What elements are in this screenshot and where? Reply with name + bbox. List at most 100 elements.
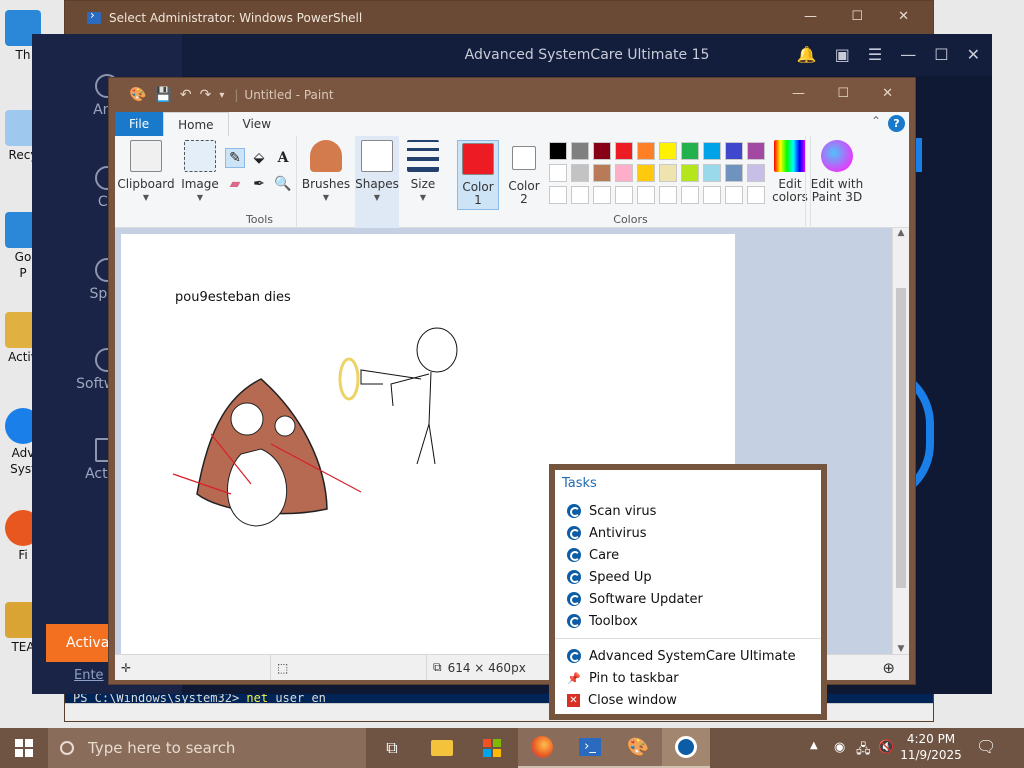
save-icon[interactable]: 💾	[154, 87, 171, 103]
powershell-title: Select Administrator: Windows PowerShell	[109, 11, 363, 25]
palette-swatch[interactable]	[725, 142, 743, 160]
palette-swatch[interactable]	[637, 186, 655, 204]
start-button[interactable]	[0, 728, 48, 768]
palette-swatch[interactable]	[747, 164, 765, 182]
task-scan-virus[interactable]: Scan virus	[555, 500, 821, 522]
task-speed-up[interactable]: Speed Up	[555, 566, 821, 588]
clock[interactable]: 4:20 PM 11/9/2025	[900, 731, 962, 763]
edit-paint3d-button[interactable]: Edit with Paint 3D	[807, 140, 867, 204]
scroll-up-icon[interactable]: ▲	[893, 228, 909, 238]
customize-dropdown-icon[interactable]: ▾	[219, 90, 224, 101]
minimize-icon[interactable]: —	[804, 9, 817, 24]
firefox-button[interactable]	[518, 728, 566, 768]
open-app-item[interactable]: Advanced SystemCare Ultimate	[555, 645, 821, 667]
powershell-button[interactable]: ›_	[566, 728, 614, 768]
network-icon[interactable]: 🖧	[856, 740, 871, 762]
paint-button[interactable]: 🎨	[614, 728, 662, 768]
maximize-icon[interactable]: ☐	[837, 86, 849, 101]
systemcare-tray-icon[interactable]: ◉	[834, 740, 845, 755]
systemcare-icon	[567, 614, 581, 628]
group-size: Size ▼	[401, 136, 445, 228]
powershell-titlebar[interactable]: Select Administrator: Windows PowerShell	[65, 1, 933, 35]
task-software-updater[interactable]: Software Updater	[555, 588, 821, 610]
fill-icon[interactable]: ⬙	[249, 148, 269, 168]
palette-swatch[interactable]	[571, 164, 589, 182]
tab-view[interactable]: View	[229, 112, 285, 136]
palette-swatch[interactable]	[725, 186, 743, 204]
palette-swatch[interactable]	[725, 164, 743, 182]
task-toolbox[interactable]: Toolbox	[555, 610, 821, 632]
notifications-icon[interactable]: 🗨	[976, 737, 996, 756]
eraser-icon[interactable]: ▰	[225, 174, 245, 194]
palette-swatch[interactable]	[593, 164, 611, 182]
clipboard-button[interactable]: Clipboard ▼	[117, 140, 175, 204]
shapes-button[interactable]: Shapes ▼	[355, 140, 399, 204]
close-icon[interactable]: ✕	[967, 45, 980, 64]
maximize-icon[interactable]: ☐	[934, 45, 948, 64]
taskbar-search[interactable]: Type here to search	[48, 728, 366, 768]
palette-swatch[interactable]	[681, 186, 699, 204]
image-button[interactable]: Image ▼	[179, 140, 221, 204]
palette-swatch[interactable]	[549, 164, 567, 182]
briefcase-icon[interactable]: ▣	[835, 45, 850, 64]
palette-swatch[interactable]	[703, 142, 721, 160]
palette-swatch[interactable]	[703, 186, 721, 204]
palette-swatch[interactable]	[703, 164, 721, 182]
palette-swatch[interactable]	[681, 142, 699, 160]
color-picker-icon[interactable]: ✒	[249, 174, 269, 194]
brushes-button[interactable]: Brushes ▼	[301, 140, 351, 204]
palette-swatch[interactable]	[747, 142, 765, 160]
palette-swatch[interactable]	[549, 142, 567, 160]
palette-swatch[interactable]	[615, 186, 633, 204]
palette-swatch[interactable]	[681, 164, 699, 182]
palette-swatch[interactable]	[747, 186, 765, 204]
palette-swatch[interactable]	[571, 186, 589, 204]
color2-button[interactable]: Color 2	[503, 140, 545, 208]
palette-swatch[interactable]	[615, 164, 633, 182]
minimize-icon[interactable]: —	[900, 45, 916, 64]
windows-logo-icon	[15, 739, 33, 757]
palette-swatch[interactable]	[593, 186, 611, 204]
text-icon[interactable]: A	[273, 148, 293, 168]
palette-swatch[interactable]	[549, 186, 567, 204]
collapse-ribbon-icon[interactable]: ⌃	[871, 114, 881, 128]
task-view-button[interactable]: ⧉	[368, 728, 416, 768]
close-icon[interactable]: ✕	[882, 86, 893, 101]
vertical-scrollbar[interactable]: ▲ ▼	[892, 228, 909, 654]
pin-to-taskbar-item[interactable]: 📌 Pin to taskbar	[555, 667, 821, 689]
palette-swatch[interactable]	[659, 164, 677, 182]
palette-swatch[interactable]	[659, 186, 677, 204]
palette-swatch[interactable]	[571, 142, 589, 160]
palette-swatch[interactable]	[637, 164, 655, 182]
minimize-icon[interactable]: —	[792, 86, 805, 101]
scroll-thumb[interactable]	[896, 288, 906, 588]
undo-icon[interactable]: ↶	[180, 87, 192, 103]
zoom-in-icon[interactable]: ⊕	[882, 659, 895, 677]
show-hidden-icons[interactable]: ▲	[810, 740, 818, 751]
tab-file[interactable]: File	[115, 112, 164, 136]
enter-code-link[interactable]: Ente	[74, 668, 104, 683]
tab-home[interactable]: Home	[163, 112, 229, 136]
palette-swatch[interactable]	[637, 142, 655, 160]
close-window-item[interactable]: ✕ Close window	[555, 689, 821, 711]
palette-swatch[interactable]	[659, 142, 677, 160]
bell-icon[interactable]: 🔔	[797, 45, 817, 64]
pencil-icon[interactable]: ✎	[225, 148, 245, 168]
systemcare-button[interactable]	[662, 728, 710, 768]
palette-swatch[interactable]	[615, 142, 633, 160]
color1-button[interactable]: Color 1	[457, 140, 499, 210]
magnifier-icon[interactable]: 🔍	[273, 174, 293, 194]
volume-muted-icon[interactable]: 🔇	[878, 740, 894, 755]
palette-swatch[interactable]	[593, 142, 611, 160]
menu-icon[interactable]: ☰	[868, 45, 882, 64]
size-button[interactable]: Size ▼	[403, 140, 443, 204]
task-care[interactable]: Care	[555, 544, 821, 566]
scroll-down-icon[interactable]: ▼	[893, 644, 909, 654]
store-button[interactable]	[468, 728, 516, 768]
close-icon[interactable]: ✕	[898, 9, 909, 24]
help-icon[interactable]: ?	[888, 115, 905, 132]
maximize-icon[interactable]: ☐	[851, 9, 863, 24]
redo-icon[interactable]: ↷	[200, 87, 212, 103]
file-explorer-button[interactable]	[418, 728, 466, 768]
task-antivirus[interactable]: Antivirus	[555, 522, 821, 544]
